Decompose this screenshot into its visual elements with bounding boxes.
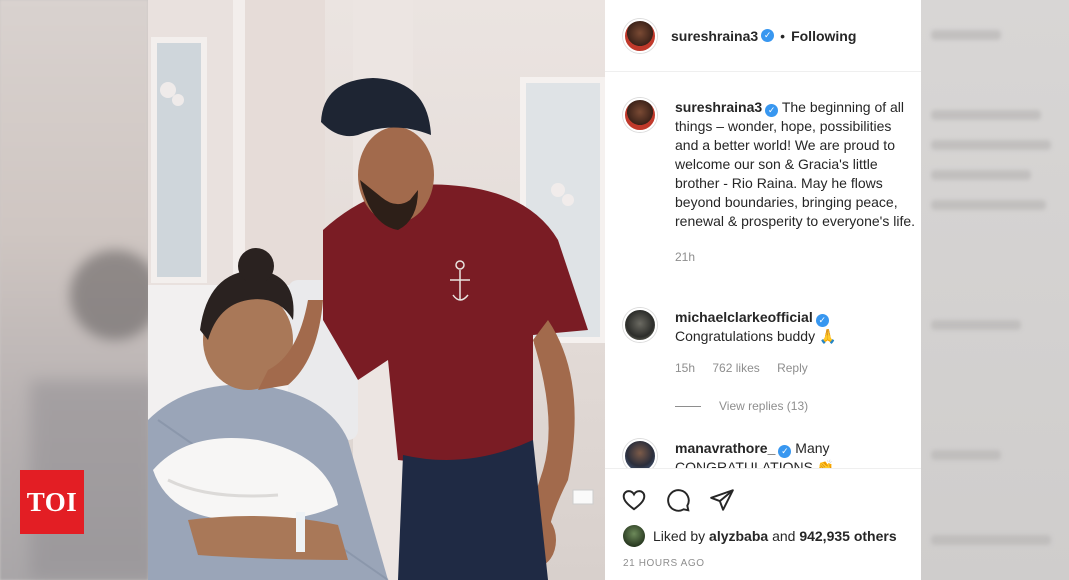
comment-icon[interactable]	[665, 487, 691, 513]
liked-by-user[interactable]: alyzbaba	[709, 528, 768, 544]
caption-text: The beginning of all things – wonder, ho…	[675, 99, 916, 229]
comment-likes[interactable]: 762 likes	[712, 361, 759, 375]
verified-badge-icon: ✓	[765, 104, 779, 117]
liker-avatar[interactable]	[623, 525, 645, 547]
post-photo	[148, 0, 605, 580]
liked-by-prefix: Liked by	[653, 528, 706, 544]
comment-text: Congratulations buddy 🙏	[675, 328, 837, 344]
caption-timestamp[interactable]: 21h	[675, 250, 695, 264]
post-timestamp[interactable]: 21 HOURS AGO	[623, 558, 705, 569]
comments-list[interactable]: sureshraina3 ✓ The beginning of all thing…	[605, 72, 921, 468]
author-avatar[interactable]	[623, 18, 657, 53]
post-header: sureshraina3 ✓ • Following	[605, 0, 921, 72]
following-button[interactable]: Following	[791, 28, 856, 44]
comment-timestamp[interactable]: 15h	[675, 361, 695, 375]
comment-row: michaelclarkeofficial ✓ Congratulations b…	[623, 308, 917, 378]
commenter-username[interactable]: michaelclarkeofficial	[675, 309, 813, 325]
caption-row: sureshraina3 ✓ The beginning of all thing…	[623, 98, 917, 267]
verified-badge-icon: ✓	[761, 29, 775, 42]
heart-icon[interactable]	[621, 487, 647, 513]
separator-dot: •	[780, 27, 786, 44]
likes-summary[interactable]: Liked by alyzbaba and 942,935 others	[623, 525, 897, 547]
verified-badge-icon: ✓	[815, 314, 829, 327]
post-side-panel: sureshraina3 ✓ • Following sureshraina3 ✓…	[605, 0, 921, 580]
commenter-avatar[interactable]	[623, 439, 657, 468]
commenter-avatar[interactable]	[623, 308, 657, 342]
comment-row: manavrathore_ ✓ Many CONGRATULATIONS 👏	[623, 439, 917, 468]
view-replies-button[interactable]: View replies (13)	[675, 399, 808, 413]
reply-button[interactable]: Reply	[777, 361, 808, 375]
share-icon[interactable]	[709, 487, 735, 513]
view-replies-line	[675, 405, 701, 407]
caption-author-username[interactable]: sureshraina3	[675, 99, 762, 115]
commenter-username[interactable]: manavrathore_	[675, 440, 775, 456]
background-right	[921, 0, 1069, 580]
author-username[interactable]: sureshraina3	[671, 28, 758, 44]
verified-badge-icon: ✓	[778, 445, 792, 458]
view-replies-label: View replies (13)	[719, 399, 809, 413]
caption-author-avatar[interactable]	[623, 98, 657, 132]
post-actions: Liked by alyzbaba and 942,935 others 21 …	[605, 468, 921, 580]
liked-by-others[interactable]: 942,935 others	[799, 528, 896, 544]
liked-by-and: and	[772, 528, 796, 544]
toi-logo-text: TOI	[26, 486, 78, 517]
toi-logo: TOI	[20, 470, 84, 534]
